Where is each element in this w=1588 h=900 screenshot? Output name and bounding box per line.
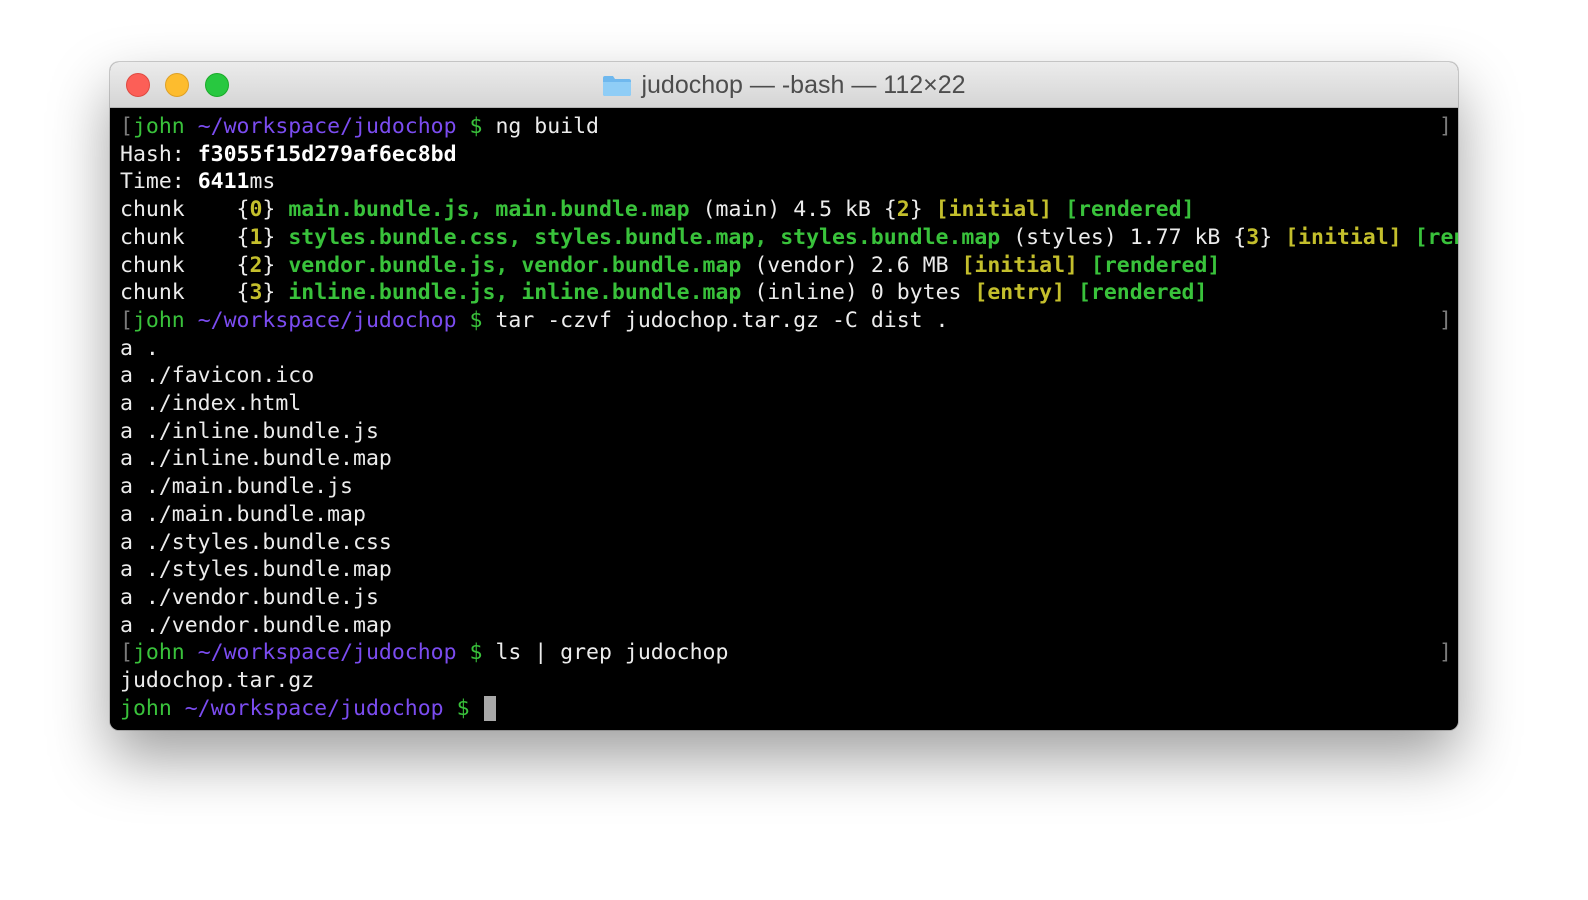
chunk-line: chunk {1} styles.bundle.css, styles.bund…	[120, 224, 1458, 252]
output-line: a .	[120, 335, 159, 361]
prompt-path: ~/workspace/judochop	[197, 640, 457, 666]
output-line: a ./styles.bundle.map	[120, 557, 392, 583]
output-line: judochop.tar.gz	[120, 668, 315, 693]
line-marker: ]	[1439, 307, 1452, 333]
chunk-files: inline.bundle.js, inline.bundle.map	[288, 280, 742, 306]
chunk-flag: [entry]	[974, 280, 1066, 306]
hash-line: Hash: f3055f15d279af6ec8bd	[120, 141, 457, 169]
prompt-line: [john ~/workspace/judochop $ ng build	[120, 114, 599, 139]
prompt-symbol: $	[456, 695, 470, 721]
prompt-line: [john ~/workspace/judochop $ ls | grep j…	[120, 640, 729, 666]
chunk-id: 0	[249, 197, 263, 223]
chunk-size: 1.77 kB	[1129, 224, 1221, 250]
chunk-name: (main)	[702, 197, 781, 223]
chunk-flag: [rendered]	[1414, 224, 1458, 250]
window-title: judochop — -bash — 112×22	[641, 70, 966, 99]
command-text: ls | grep judochop	[495, 640, 729, 666]
prompt-symbol: $	[469, 114, 483, 139]
prompt-path: ~/workspace/judochop	[197, 307, 457, 333]
output-line: a ./inline.bundle.js	[120, 418, 379, 444]
chunk-id: 3	[249, 280, 263, 306]
chunk-line: chunk {3} inline.bundle.js, inline.bundl…	[120, 280, 1208, 306]
prompt-user: john	[132, 640, 185, 666]
chunk-flag: [rendered]	[1065, 197, 1195, 223]
prompt-user: john	[120, 695, 172, 721]
output-line: a ./main.bundle.js	[120, 474, 353, 500]
chunk-name: (vendor)	[754, 252, 858, 278]
chunk-flag: [initial]	[1285, 224, 1402, 250]
chunk-id: 1	[249, 224, 263, 250]
prompt-path: ~/workspace/judochop	[197, 114, 457, 139]
chunk-label: chunk	[120, 280, 185, 306]
chunk-flag: [initial]	[961, 252, 1078, 278]
hash-label: Hash:	[120, 141, 185, 167]
chunk-label: chunk	[120, 224, 185, 250]
chunk-label: chunk	[120, 252, 185, 278]
prompt-symbol: $	[469, 307, 483, 333]
time-value: 6411	[197, 169, 250, 195]
prompt-symbol: $	[469, 640, 483, 666]
chunk-label: chunk	[120, 197, 185, 223]
title-bar[interactable]: judochop — -bash — 112×22	[110, 62, 1458, 108]
hash-value: f3055f15d279af6ec8bd	[197, 141, 457, 167]
output-line: a ./styles.bundle.css	[120, 529, 392, 555]
line-marker: ]	[1439, 114, 1452, 139]
chunk-size: 2.6 MB	[870, 252, 949, 278]
output-line: a ./favicon.ico	[120, 363, 315, 389]
folder-icon	[603, 76, 632, 96]
output-line: a ./main.bundle.map	[120, 501, 366, 527]
active-prompt-line[interactable]: john ~/workspace/judochop $	[120, 695, 497, 723]
time-label: Time:	[120, 169, 185, 195]
command-text: ng build	[495, 114, 599, 139]
command-text: tar -czvf judochop.tar.gz -C dist .	[495, 307, 949, 333]
chunk-name: (inline)	[754, 280, 858, 306]
output-line: a ./inline.bundle.map	[120, 446, 392, 472]
terminal-window: judochop — -bash — 112×22 [john ~/worksp…	[110, 62, 1458, 730]
prompt-path: ~/workspace/judochop	[184, 695, 444, 721]
chunk-size: 4.5 kB	[793, 197, 871, 223]
chunk-flag: [rendered]	[1090, 252, 1221, 278]
output-line: a ./vendor.bundle.map	[120, 612, 392, 638]
prompt-user: john	[132, 114, 185, 139]
terminal-content[interactable]: [john ~/workspace/judochop $ ng build ] …	[110, 108, 1458, 730]
chunk-name: (styles)	[1013, 224, 1117, 250]
prompt-line: [john ~/workspace/judochop $ tar -czvf j…	[120, 307, 949, 333]
chunk-size: 0 bytes	[870, 280, 962, 306]
line-marker: ]	[1439, 640, 1452, 666]
chunk-files: styles.bundle.css, styles.bundle.map, st…	[288, 224, 1001, 250]
time-unit: ms	[249, 169, 276, 195]
output-line: a ./index.html	[120, 391, 302, 416]
time-line: Time: 6411ms	[120, 168, 275, 196]
prompt-user: john	[132, 307, 185, 333]
output-line: a ./vendor.bundle.js	[120, 584, 379, 610]
chunk-line: chunk {0} main.bundle.js, main.bundle.ma…	[120, 197, 1195, 223]
chunk-files: main.bundle.js, main.bundle.map	[288, 197, 690, 223]
chunk-files: vendor.bundle.js, vendor.bundle.map	[288, 252, 742, 278]
chunk-flag: [rendered]	[1077, 280, 1208, 306]
chunk-flag: [initial]	[935, 197, 1053, 223]
chunk-line: chunk {2} vendor.bundle.js, vendor.bundl…	[120, 252, 1221, 278]
window-title-area: judochop — -bash — 112×22	[110, 62, 1458, 108]
chunk-id: 2	[249, 252, 263, 278]
text-cursor	[484, 696, 497, 722]
